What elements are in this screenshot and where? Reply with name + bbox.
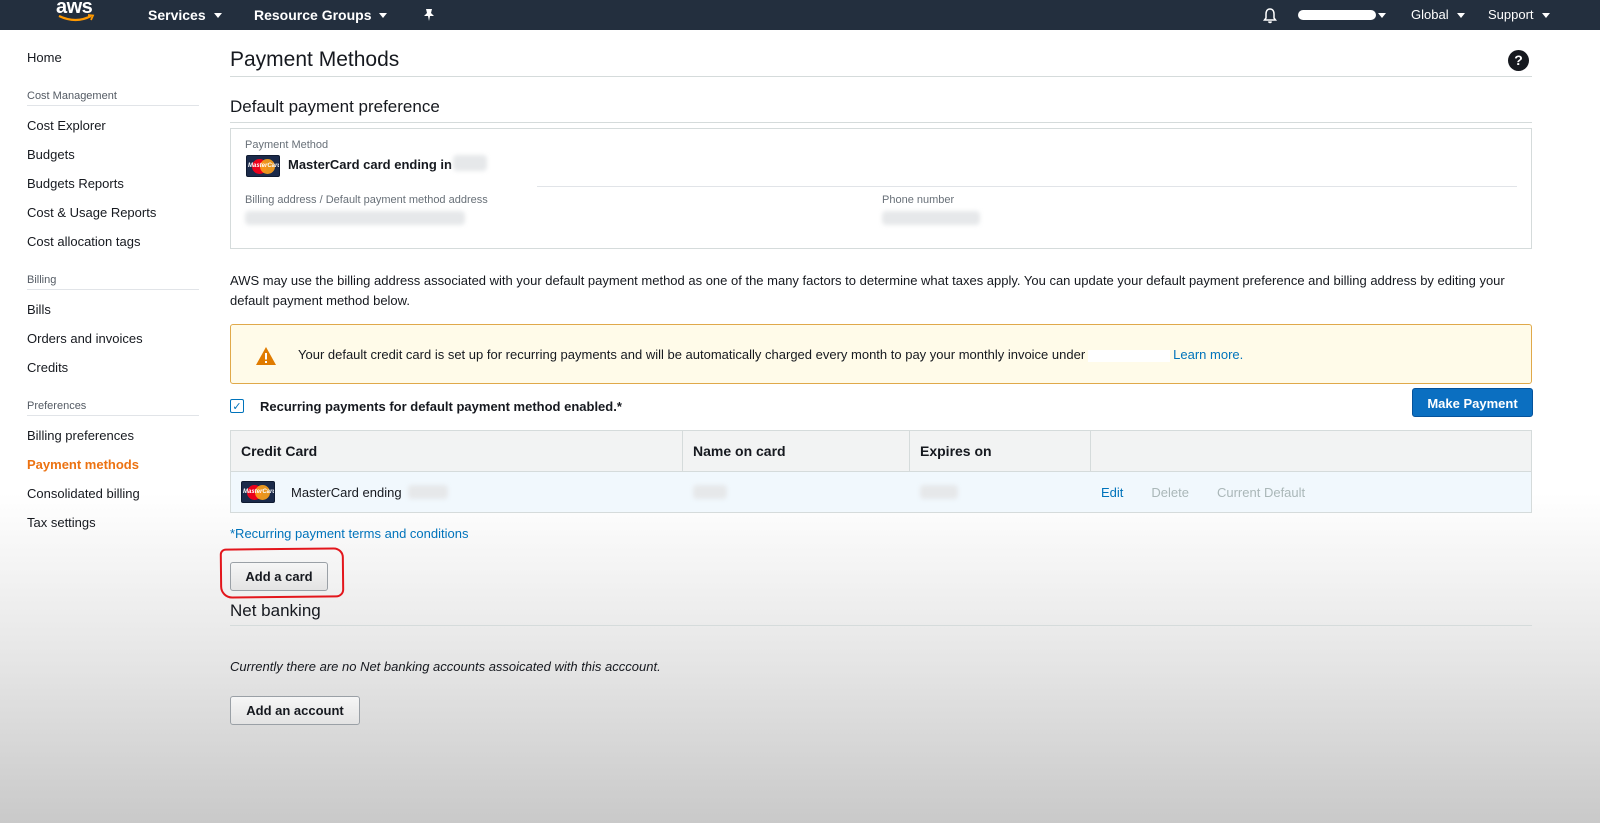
recurring-payment-label: Recurring payments for default payment m… — [260, 398, 622, 414]
redacted-expiry — [920, 485, 958, 499]
make-payment-button[interactable]: Make Payment — [1412, 388, 1533, 417]
recurring-terms-link[interactable]: *Recurring payment terms and conditions — [230, 526, 468, 541]
table-row[interactable]: MasterCard MasterCard ending Edit Delete… — [231, 472, 1531, 512]
sidebar-section-preferences: Preferences — [27, 400, 199, 416]
add-card-button[interactable]: Add a card — [230, 562, 328, 591]
redacted-phone-number — [882, 211, 980, 225]
column-header-expires-on[interactable]: Expires on — [910, 431, 1091, 471]
region-menu[interactable]: Global — [1411, 4, 1465, 26]
sidebar-section-billing: Billing — [27, 274, 199, 290]
sidebar-item-budgets-reports[interactable]: Budgets Reports — [27, 176, 124, 191]
column-header-credit-card[interactable]: Credit Card — [231, 431, 683, 471]
sidebar-item-bills[interactable]: Bills — [27, 302, 51, 317]
alert-message: Your default credit card is set up for r… — [298, 347, 1243, 362]
top-navigation: aws Services Resource Groups Global Supp… — [0, 0, 1600, 30]
column-header-actions — [1091, 431, 1531, 471]
sidebar-item-payment-methods[interactable]: Payment methods — [27, 457, 139, 472]
sidebar-item-tax-settings[interactable]: Tax settings — [27, 515, 96, 530]
sidebar-item-cost-usage-reports[interactable]: Cost & Usage Reports — [27, 205, 156, 220]
mastercard-icon: MasterCard — [246, 155, 280, 177]
column-header-name-on-card[interactable]: Name on card — [683, 431, 910, 471]
services-label: Services — [148, 7, 206, 23]
delete-card-link[interactable]: Delete — [1151, 485, 1189, 500]
default-card-name: MasterCard card ending in — [288, 157, 452, 172]
cell-expires-on — [910, 472, 1091, 512]
add-account-button[interactable]: Add an account — [230, 696, 360, 725]
sidebar-item-cost-allocation-tags[interactable]: Cost allocation tags — [27, 234, 140, 249]
sidebar-item-budgets[interactable]: Budgets — [27, 147, 75, 162]
cell-name-on-card — [683, 472, 910, 512]
phone-number-label: Phone number — [882, 194, 955, 206]
page-title: Payment Methods — [230, 48, 400, 71]
billing-address-label: Billing address / Default payment method… — [245, 194, 488, 206]
sidebar-item-home[interactable]: Home — [27, 50, 62, 65]
sidebar-item-consolidated-billing[interactable]: Consolidated billing — [27, 486, 140, 501]
chevron-down-icon — [1378, 12, 1386, 18]
help-icon[interactable]: ? — [1508, 50, 1529, 71]
chevron-down-icon — [379, 12, 388, 18]
warning-icon — [256, 347, 276, 365]
resource-groups-label: Resource Groups — [254, 7, 372, 23]
aws-smile-icon — [58, 14, 95, 22]
redacted-account-name — [1088, 349, 1171, 362]
chevron-down-icon — [213, 12, 222, 18]
credit-card-table: Credit Card Name on card Expires on Mast… — [230, 430, 1532, 513]
net-banking-empty-note: Currently there are no Net banking accou… — [230, 659, 661, 674]
chevron-down-icon — [1541, 12, 1550, 18]
redacted-billing-address — [245, 211, 465, 225]
recurring-payment-option: ✓ Recurring payments for default payment… — [230, 397, 622, 415]
redacted-card-digits — [407, 485, 448, 499]
resource-groups-menu[interactable]: Resource Groups — [254, 4, 388, 26]
cell-credit-card: MasterCard MasterCard ending — [231, 472, 683, 512]
account-menu[interactable] — [1298, 4, 1386, 26]
sidebar-item-cost-explorer[interactable]: Cost Explorer — [27, 118, 106, 133]
section-divider — [230, 122, 1532, 123]
learn-more-link[interactable]: Learn more. — [1173, 347, 1243, 362]
region-label: Global — [1411, 7, 1449, 22]
panel-divider — [537, 186, 1517, 187]
services-menu[interactable]: Services — [148, 4, 222, 26]
edit-card-link[interactable]: Edit — [1101, 485, 1123, 500]
net-banking-heading: Net banking — [230, 601, 321, 620]
chevron-down-icon — [1456, 12, 1465, 18]
card-label: MasterCard ending — [291, 484, 402, 500]
sidebar-item-credits[interactable]: Credits — [27, 360, 68, 375]
cell-actions: Edit Delete Current Default — [1091, 472, 1531, 512]
redacted-card-digits — [453, 155, 487, 171]
sidebar-item-orders-invoices[interactable]: Orders and invoices — [27, 331, 143, 346]
sidebar-item-billing-preferences[interactable]: Billing preferences — [27, 428, 134, 443]
support-label: Support — [1488, 7, 1534, 22]
pin-icon[interactable] — [422, 4, 436, 26]
payment-method-label: Payment Method — [245, 139, 329, 151]
default-payment-preference-panel: Payment Method MasterCard MasterCard car… — [230, 128, 1532, 249]
title-divider — [230, 76, 1532, 77]
alert-text: Your default credit card is set up for r… — [298, 347, 1086, 362]
recurring-payment-alert: Your default credit card is set up for r… — [230, 324, 1532, 384]
current-default-label: Current Default — [1216, 484, 1306, 500]
support-menu[interactable]: Support — [1488, 4, 1550, 26]
mastercard-icon: MasterCard — [241, 481, 275, 503]
default-payment-preference-heading: Default payment preference — [230, 97, 440, 116]
sidebar-section-cost-management: Cost Management — [27, 90, 199, 106]
aws-logo[interactable]: aws — [56, 0, 100, 26]
account-name-redacted — [1298, 10, 1376, 20]
bell-icon[interactable] — [1262, 4, 1278, 26]
redacted-name — [693, 485, 727, 499]
section-divider — [230, 625, 1532, 626]
tax-info-paragraph: AWS may use the billing address associat… — [230, 273, 1505, 308]
table-header: Credit Card Name on card Expires on — [231, 431, 1531, 472]
recurring-payment-checkbox[interactable]: ✓ — [230, 399, 244, 413]
